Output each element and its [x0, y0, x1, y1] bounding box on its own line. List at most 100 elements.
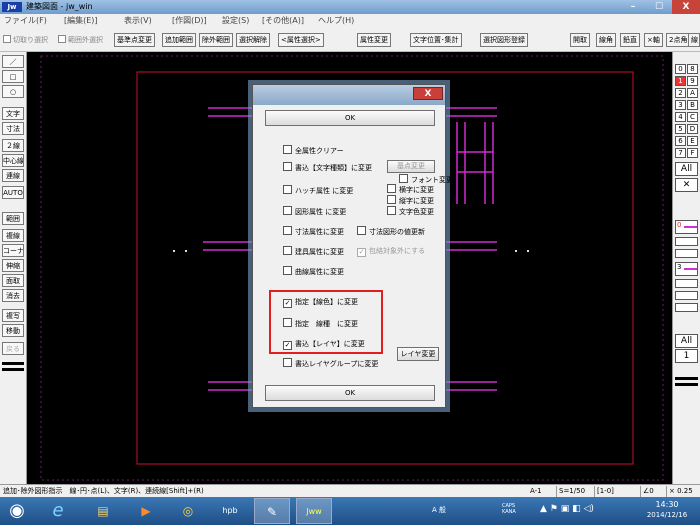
toolbar-right-1[interactable]: 開取	[570, 33, 590, 47]
tool-undo[interactable]: 戻る	[2, 342, 24, 355]
layer-3[interactable]: 3	[675, 100, 686, 110]
toolbar-right-2[interactable]: 線角	[596, 33, 616, 47]
menu-other[interactable]: [その他(A)]	[262, 15, 304, 27]
dim-value-checkbox[interactable]: 寸法図形の値更新	[357, 226, 425, 237]
all-layers-button[interactable]: All	[675, 162, 698, 176]
paint-icon[interactable]: ✎	[254, 498, 290, 524]
menu-file[interactable]: ファイル(F)	[4, 15, 47, 27]
layer-b[interactable]: B	[687, 100, 698, 110]
layer-8[interactable]: 8	[687, 64, 698, 74]
layer-2[interactable]: 2	[675, 88, 686, 98]
group-one-button[interactable]: 1	[675, 349, 698, 363]
start-button[interactable]: ◉	[2, 498, 32, 524]
all-groups-button[interactable]: All	[675, 334, 698, 348]
clear-all-checkbox[interactable]: 全属性クリアー	[283, 145, 344, 156]
clock-time[interactable]: 14:30	[636, 500, 698, 509]
layer-group-2[interactable]	[675, 249, 698, 258]
layer-group-1[interactable]	[675, 237, 698, 246]
text-color-checkbox[interactable]: 文字色変更	[387, 206, 434, 217]
vert-change-checkbox[interactable]: 縦字に変更	[387, 195, 434, 206]
layer-a[interactable]: A	[687, 88, 698, 98]
layer-5[interactable]: 5	[675, 124, 686, 134]
menu-help[interactable]: ヘルプ(H)	[318, 15, 354, 27]
tool-chamfer[interactable]: 面取	[2, 274, 24, 287]
layer-e[interactable]: E	[687, 136, 698, 146]
text-pos-button[interactable]: 文字位置･集計	[410, 33, 462, 47]
toolbar-right-4[interactable]: ×軸	[644, 33, 663, 47]
layer-6[interactable]: 6	[675, 136, 686, 146]
tool-double-line[interactable]: ２線	[2, 139, 24, 152]
tool-line[interactable]: ／	[2, 55, 24, 68]
layer-group-5[interactable]	[675, 291, 698, 300]
ime-indicator[interactable]: A 般	[432, 505, 446, 515]
select-register-button[interactable]: 選択図形登録	[480, 33, 528, 47]
close-button[interactable]: X	[672, 0, 700, 14]
tool-offset[interactable]: 複線	[2, 229, 24, 242]
remove-range-button[interactable]: 除外範囲	[199, 33, 233, 47]
layer-cancel-button[interactable]: ✕	[675, 178, 698, 192]
exclude-wrap-checkbox[interactable]: ✓ 包絡対象外にする	[357, 246, 425, 257]
tool-connect[interactable]: 連線	[2, 169, 24, 182]
layer-1[interactable]: 1	[675, 76, 686, 86]
text-type-checkbox[interactable]: 書込【文字種類】に変更	[283, 162, 372, 173]
clock-date[interactable]: 2014/12/16	[636, 511, 698, 519]
cut-select-checkbox[interactable]: 切取り選択	[3, 33, 48, 47]
tool-rect[interactable]: □	[2, 70, 24, 83]
tool-center-line[interactable]: 中心線	[2, 154, 24, 167]
fixture-checkbox[interactable]: 建具属性に変更	[283, 246, 344, 257]
attr-select-button[interactable]: <属性選択>	[278, 33, 324, 47]
media-player-icon[interactable]: ▶	[128, 498, 164, 524]
status-scale[interactable]: S=1/50	[556, 486, 585, 497]
ie-icon[interactable]: e	[40, 498, 76, 524]
tool-text[interactable]: 文字	[2, 107, 24, 120]
hpb-icon[interactable]: hpb	[212, 498, 248, 524]
layer-group-3[interactable]: 3	[675, 262, 698, 276]
chrome-icon[interactable]: ◎	[170, 498, 206, 524]
status-group[interactable]: [1-0]	[594, 486, 614, 497]
minimize-button[interactable]: –	[620, 0, 646, 14]
toolbar-right-6[interactable]: 線	[688, 33, 700, 47]
status-angle[interactable]: ∠0	[640, 486, 654, 497]
layer-d[interactable]: D	[687, 124, 698, 134]
menu-draw[interactable]: [作図(D)]	[172, 15, 207, 27]
layer-group-6[interactable]	[675, 303, 698, 312]
base-change-button[interactable]: 基点変更	[387, 160, 435, 173]
curve-checkbox[interactable]: 曲線属性に変更	[283, 266, 344, 277]
layer-group-0[interactable]: 0	[675, 220, 698, 234]
dialog-close-button[interactable]: X	[413, 87, 443, 100]
tray-icons[interactable]: ▲ ⚑ ▣ ◧ ◁)	[540, 504, 594, 514]
tool-copy[interactable]: 複写	[2, 309, 24, 322]
tool-auto[interactable]: AUTO	[2, 186, 24, 199]
status-zoom[interactable]: × 0.25	[666, 486, 693, 497]
layer-c[interactable]: C	[687, 112, 698, 122]
tool-erase[interactable]: 消去	[2, 289, 24, 302]
tool-stretch[interactable]: 伸縮	[2, 259, 24, 272]
ok-button-top[interactable]: OK	[265, 110, 435, 126]
tool-corner[interactable]: コーナー	[2, 244, 24, 257]
layer-group-checkbox[interactable]: 書込レイヤグループに変更	[283, 358, 378, 369]
explorer-icon[interactable]: ▤	[85, 498, 121, 524]
menu-settings[interactable]: 設定(S)	[222, 15, 249, 27]
dim-attr-checkbox[interactable]: 寸法属性に変更	[283, 226, 344, 237]
ok-button-bottom[interactable]: OK	[265, 385, 435, 401]
deselect-button[interactable]: 選択解除	[236, 33, 270, 47]
layer-change-button[interactable]: レイヤ変更	[397, 347, 439, 361]
layer-4[interactable]: 4	[675, 112, 686, 122]
add-range-button[interactable]: 追加範囲	[162, 33, 196, 47]
hatch-checkbox[interactable]: ハッチ属性 に変更	[283, 185, 353, 196]
layer-9[interactable]: 9	[687, 76, 698, 86]
layer-0[interactable]: 0	[675, 64, 686, 74]
tool-dimension[interactable]: 寸法	[2, 122, 24, 135]
figure-checkbox[interactable]: 図形属性 に変更	[283, 206, 346, 217]
status-layer[interactable]: A-1	[530, 486, 542, 497]
range-out-checkbox[interactable]: 範囲外選択	[58, 33, 103, 47]
toolbar-right-3[interactable]: 鉛直	[620, 33, 640, 47]
horiz-change-checkbox[interactable]: 横字に変更	[387, 184, 434, 195]
base-change-button[interactable]: 基準点変更	[114, 33, 155, 47]
tool-range[interactable]: 範囲	[2, 212, 24, 225]
menu-edit[interactable]: [編集(E)]	[64, 15, 98, 27]
jww-icon[interactable]: Jww	[296, 498, 332, 524]
menu-view[interactable]: 表示(V)	[124, 15, 152, 27]
attr-change-button[interactable]: 属性変更	[357, 33, 391, 47]
toolbar-right-5[interactable]: 2点角	[666, 33, 691, 47]
